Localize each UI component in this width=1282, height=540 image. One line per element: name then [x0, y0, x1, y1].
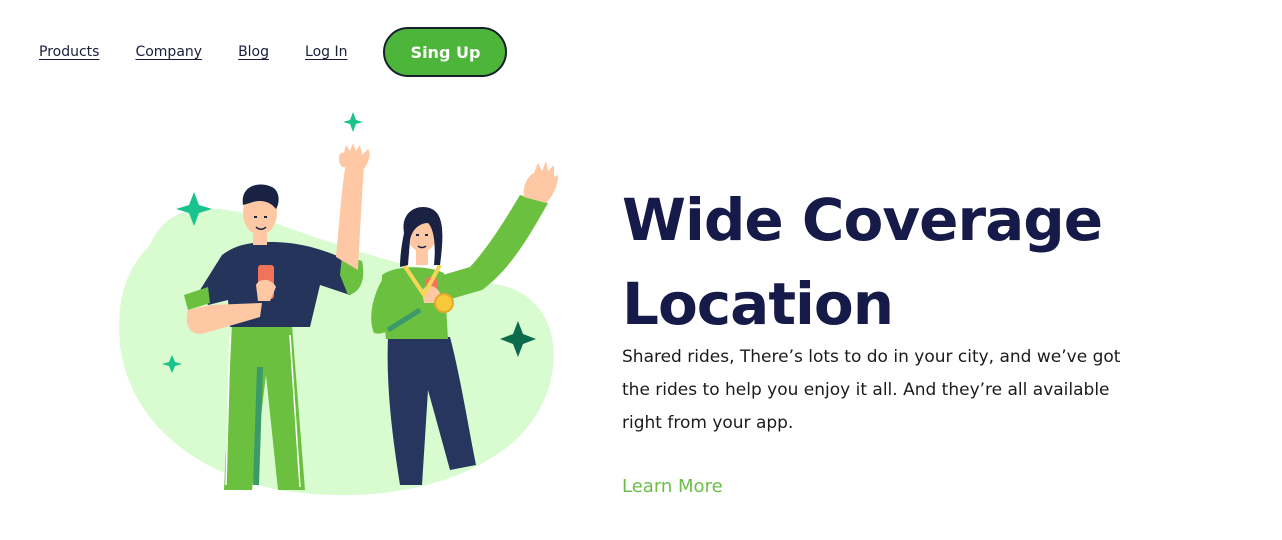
learn-more-link[interactable]: Learn More: [622, 476, 723, 497]
hero-description: Shared rides, There’s lots to do in your…: [622, 347, 1121, 433]
nav-link-blog[interactable]: Blog: [238, 44, 269, 60]
sparkle-icon: [343, 112, 363, 132]
nav-link-login[interactable]: Log In: [305, 44, 347, 60]
landing-page: Products Company Blog Log In Sing Up Wid…: [0, 0, 1282, 540]
hero-title-line2: Location: [622, 270, 894, 338]
top-nav: Products Company Blog Log In Sing Up: [39, 26, 508, 78]
hero-title-line1: Wide Coverage: [622, 186, 1103, 254]
signup-button[interactable]: Sing Up: [383, 27, 508, 77]
two-people-waving-illustration: [119, 112, 558, 496]
nav-link-products[interactable]: Products: [39, 44, 99, 60]
nav-link-company[interactable]: Company: [135, 44, 202, 60]
hero-title: Wide Coverage Location: [622, 178, 1182, 346]
